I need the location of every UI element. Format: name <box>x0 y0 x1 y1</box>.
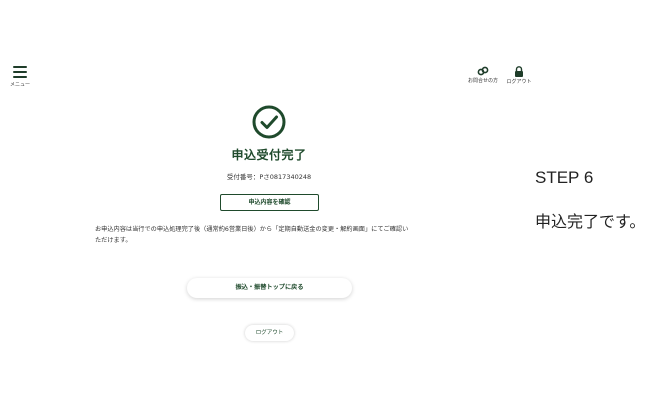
faq-icon <box>477 66 489 76</box>
receipt-number-line: 受付番号：Pさ0817340248 <box>200 171 338 181</box>
check-circle-icon <box>252 105 286 139</box>
page-title: 申込受付完了 <box>231 148 307 162</box>
header-logout-label: ログアウト <box>506 79 532 85</box>
notice-line-1: お申込内容は当行での申込処理完了後（通常約6営業日後）から「定期自動送金の変更・… <box>95 226 409 233</box>
lock-icon <box>515 66 523 77</box>
menu-button[interactable]: メニュー <box>8 66 32 88</box>
logout-button[interactable]: ログアウト <box>245 325 294 341</box>
faq-label: お問合せの方 <box>468 78 499 84</box>
receipt-label: 受付番号： <box>226 173 260 181</box>
back-to-transfer-top-button[interactable]: 振込・振替トップに戻る <box>187 278 352 298</box>
faq-button[interactable]: お問合せの方 <box>468 66 498 84</box>
step-description: 申込完了です。 <box>535 212 646 231</box>
menu-icon <box>13 66 27 78</box>
confirm-details-button[interactable]: 申込内容を確認 <box>220 194 319 211</box>
notice-text: お申込内容は当行での申込処理完了後（通常約6営業日後）から「定期自動送金の変更・… <box>95 225 445 246</box>
header-logout-button[interactable]: ログアウト <box>503 66 535 85</box>
notice-line-2: ただけます。 <box>95 236 132 244</box>
receipt-number: Pさ0817340248 <box>259 173 312 181</box>
step-label: STEP 6 <box>535 168 594 187</box>
menu-label: メニュー <box>9 82 30 88</box>
